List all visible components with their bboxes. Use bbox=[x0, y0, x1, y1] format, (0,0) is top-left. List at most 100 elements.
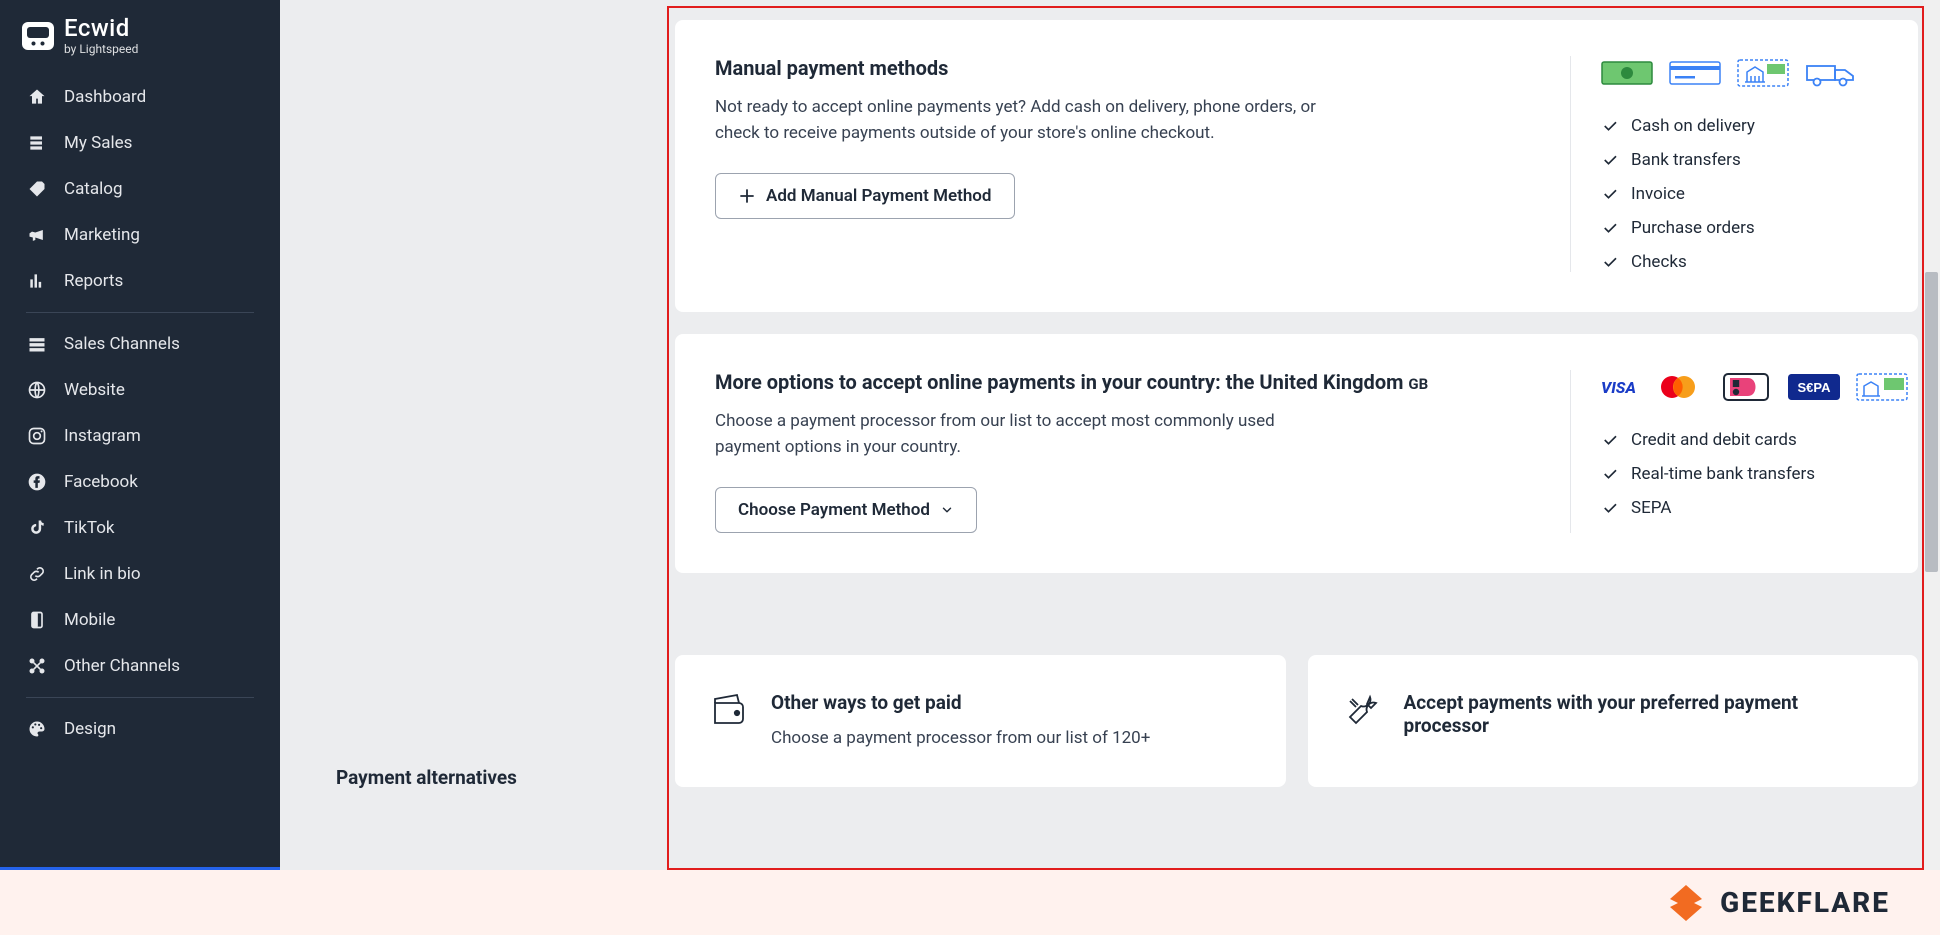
sidebar-item-label: Facebook bbox=[64, 472, 138, 492]
sidebar-item-tiktok[interactable]: TikTok bbox=[0, 505, 280, 551]
wallet-icon bbox=[709, 691, 749, 731]
footer-watermark: GEEKFLARE bbox=[0, 870, 1940, 935]
sidebar-item-label: Other Channels bbox=[64, 656, 180, 676]
sidebar-item-mobile[interactable]: Mobile bbox=[0, 597, 280, 643]
alt-card-title: Accept payments with your preferred paym… bbox=[1404, 691, 1885, 737]
choose-payment-method-button[interactable]: Choose Payment Method bbox=[715, 487, 977, 533]
sidebar-item-reports[interactable]: Reports bbox=[0, 258, 280, 304]
nav-separator bbox=[26, 312, 254, 313]
nav-separator bbox=[26, 697, 254, 698]
feature-item: SEPA bbox=[1601, 498, 1878, 518]
sidebar-item-dashboard[interactable]: Dashboard bbox=[0, 74, 280, 120]
megaphone-icon bbox=[26, 224, 48, 246]
sidebar-item-label: Sales Channels bbox=[64, 334, 180, 354]
ecwid-logo-icon bbox=[22, 22, 54, 50]
feature-item: Bank transfers bbox=[1601, 150, 1878, 170]
sidebar-item-label: Website bbox=[64, 380, 125, 400]
check-icon bbox=[1601, 185, 1619, 203]
sidebar-item-label: Instagram bbox=[64, 426, 141, 446]
card-description: Choose a payment processor from our list… bbox=[715, 408, 1335, 461]
feature-item: Checks bbox=[1601, 252, 1878, 272]
cash-icon bbox=[1601, 56, 1653, 90]
sidebar-item-label: Design bbox=[64, 719, 116, 739]
preferred-processor-card[interactable]: Accept payments with your preferred paym… bbox=[1308, 655, 1919, 788]
svg-text:S€PA: S€PA bbox=[1797, 380, 1831, 395]
check-icon bbox=[1601, 499, 1619, 517]
sidebar-item-design[interactable]: Design bbox=[0, 706, 280, 752]
sidebar: Ecwid by Lightspeed Dashboard My Sales C… bbox=[0, 0, 280, 870]
check-icon bbox=[1601, 465, 1619, 483]
footer-brand-text: GEEKFLARE bbox=[1720, 886, 1890, 919]
tiktok-icon bbox=[26, 517, 48, 539]
online-payment-card: More options to accept online payments i… bbox=[675, 334, 1918, 573]
payment-icons-row: VISA S€PA bbox=[1601, 370, 1878, 404]
check-icon bbox=[1601, 117, 1619, 135]
globe-icon bbox=[26, 379, 48, 401]
mastercard-icon bbox=[1652, 370, 1704, 404]
sidebar-nav: Dashboard My Sales Catalog Marketing Rep… bbox=[0, 74, 280, 752]
sidebar-item-label: Dashboard bbox=[64, 87, 146, 107]
sidebar-item-label: Reports bbox=[64, 271, 123, 291]
tag-icon bbox=[26, 178, 48, 200]
plus-icon bbox=[738, 187, 756, 205]
other-icon bbox=[26, 655, 48, 677]
bank-building-icon bbox=[1737, 56, 1789, 90]
feature-item: Cash on delivery bbox=[1601, 116, 1878, 136]
check-icon bbox=[1601, 151, 1619, 169]
card-description: Not ready to accept online payments yet?… bbox=[715, 94, 1335, 147]
card-title: More options to accept online payments i… bbox=[715, 370, 1540, 394]
design-icon bbox=[26, 718, 48, 740]
other-ways-card[interactable]: Other ways to get paid Choose a payment … bbox=[675, 655, 1286, 788]
sidebar-item-label: Catalog bbox=[64, 179, 123, 199]
feature-item: Real-time bank transfers bbox=[1601, 464, 1878, 484]
button-label: Choose Payment Method bbox=[738, 500, 930, 520]
button-label: Add Manual Payment Method bbox=[766, 186, 992, 206]
alt-card-description: Choose a payment processor from our list… bbox=[771, 726, 1150, 752]
sidebar-item-sales-channels[interactable]: Sales Channels bbox=[0, 321, 280, 367]
tools-icon bbox=[1342, 691, 1382, 731]
sidebar-item-label: Mobile bbox=[64, 610, 115, 630]
check-icon bbox=[1601, 219, 1619, 237]
sidebar-item-label: TikTok bbox=[64, 518, 115, 538]
sidebar-item-catalog[interactable]: Catalog bbox=[0, 166, 280, 212]
sidebar-item-marketing[interactable]: Marketing bbox=[0, 212, 280, 258]
sidebar-item-other-channels[interactable]: Other Channels bbox=[0, 643, 280, 689]
sidebar-item-my-sales[interactable]: My Sales bbox=[0, 120, 280, 166]
country-code: GB bbox=[1408, 375, 1428, 393]
card-title: Manual payment methods bbox=[715, 56, 1540, 80]
check-icon bbox=[1601, 431, 1619, 449]
facebook-icon bbox=[26, 471, 48, 493]
chart-icon bbox=[26, 270, 48, 292]
instagram-icon bbox=[26, 425, 48, 447]
sidebar-item-website[interactable]: Website bbox=[0, 367, 280, 413]
bank-transfer-icon bbox=[1856, 370, 1908, 404]
sidebar-item-label: Marketing bbox=[64, 225, 140, 245]
geekflare-logo-icon bbox=[1666, 883, 1706, 923]
channels-icon bbox=[26, 333, 48, 355]
brand-subtitle: by Lightspeed bbox=[64, 43, 138, 56]
bank-card-icon bbox=[1669, 56, 1721, 90]
truck-icon bbox=[1805, 56, 1857, 90]
feature-list: Credit and debit cards Real-time bank tr… bbox=[1601, 430, 1878, 518]
sidebar-item-label: My Sales bbox=[64, 133, 132, 153]
chevron-down-icon bbox=[940, 503, 954, 517]
feature-item: Purchase orders bbox=[1601, 218, 1878, 238]
link-icon bbox=[26, 563, 48, 585]
sales-icon bbox=[26, 132, 48, 154]
feature-item: Credit and debit cards bbox=[1601, 430, 1878, 450]
sidebar-item-facebook[interactable]: Facebook bbox=[0, 459, 280, 505]
scrollbar-thumb[interactable] bbox=[1925, 272, 1938, 572]
ideal-icon bbox=[1720, 370, 1772, 404]
scrollbar[interactable] bbox=[1923, 0, 1940, 870]
brand-logo[interactable]: Ecwid by Lightspeed bbox=[0, 8, 280, 74]
section-heading: Payment alternatives bbox=[336, 766, 517, 789]
add-manual-payment-button[interactable]: Add Manual Payment Method bbox=[715, 173, 1015, 219]
visa-icon: VISA bbox=[1601, 370, 1636, 404]
home-icon bbox=[26, 86, 48, 108]
manual-payment-card: Manual payment methods Not ready to acce… bbox=[675, 20, 1918, 312]
main-content: Payment alternatives Manual payment meth… bbox=[280, 0, 1940, 870]
sidebar-item-instagram[interactable]: Instagram bbox=[0, 413, 280, 459]
sidebar-item-link-in-bio[interactable]: Link in bio bbox=[0, 551, 280, 597]
feature-item: Invoice bbox=[1601, 184, 1878, 204]
sidebar-item-label: Link in bio bbox=[64, 564, 141, 584]
